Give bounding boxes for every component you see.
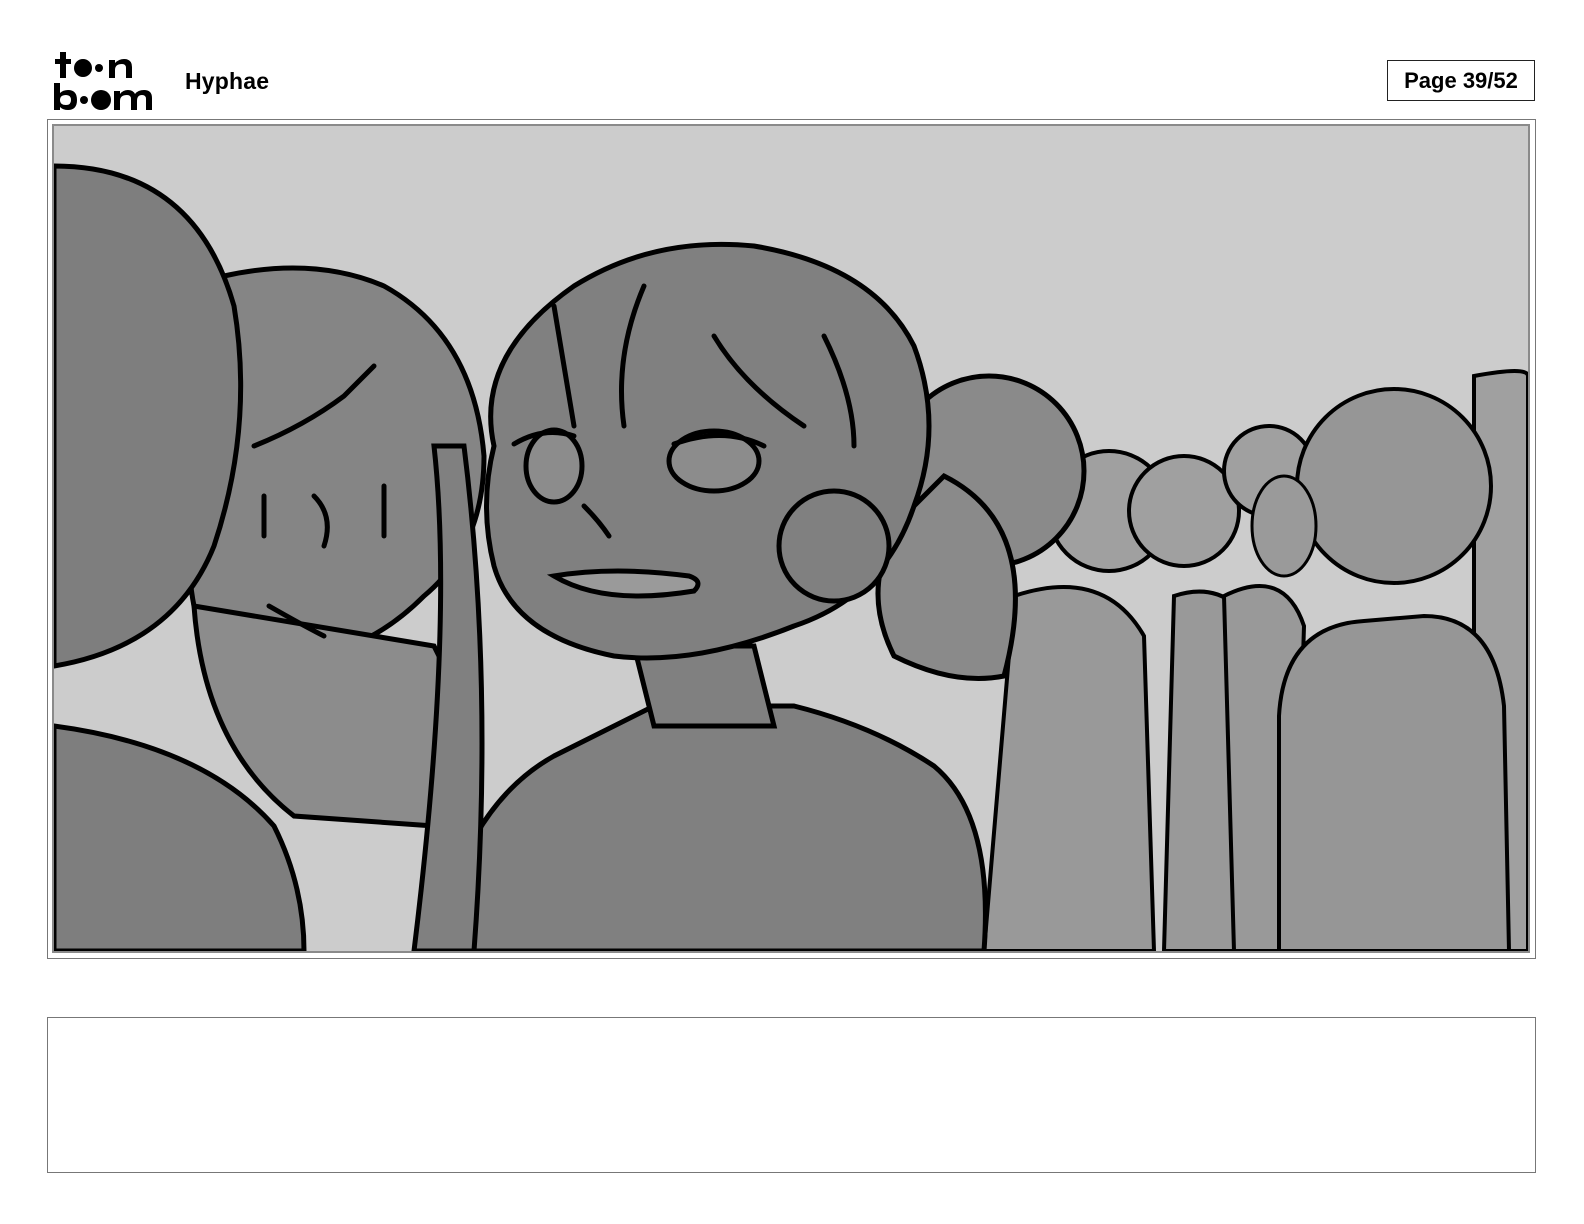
toon-boom-logo bbox=[52, 50, 164, 112]
storyboard-panel bbox=[47, 119, 1536, 959]
project-title: Hyphae bbox=[185, 68, 270, 94]
panel-drawing bbox=[52, 124, 1530, 953]
page-indicator: Page 39/52 bbox=[1387, 60, 1535, 101]
panel-notes-box bbox=[47, 1017, 1536, 1173]
